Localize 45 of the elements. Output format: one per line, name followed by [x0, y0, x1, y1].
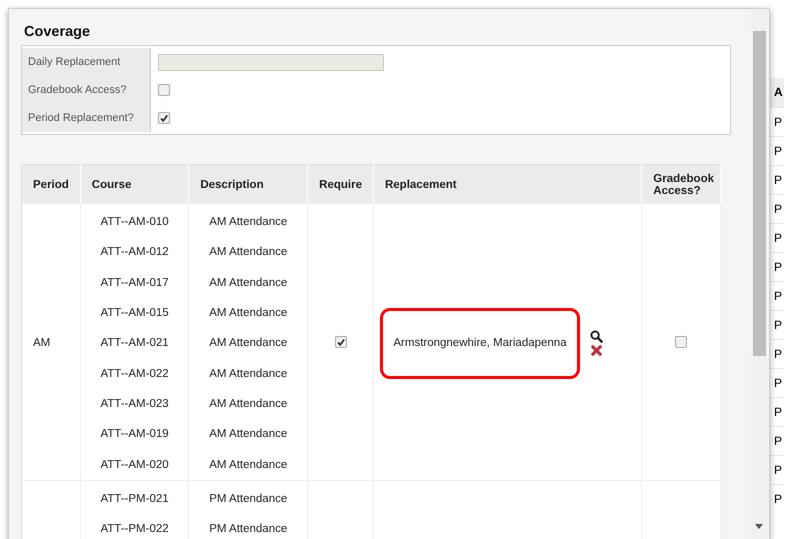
course-code: ATT--AM-017 [100, 276, 169, 289]
scrollbar[interactable] [751, 9, 767, 539]
column-header: Require [308, 164, 374, 204]
course-code: ATT--AM-022 [100, 368, 169, 380]
course-code: ATT--PM-021 [100, 492, 169, 505]
search-icon[interactable] [590, 330, 603, 343]
replacement-name: Armstrongnewhire, Mariadapenna [393, 337, 567, 350]
course-description: AM Attendance [209, 246, 288, 258]
course-description: PM Attendance [209, 492, 288, 505]
column-header: Course [80, 164, 189, 204]
checkbox[interactable] [158, 84, 170, 96]
remove-icon[interactable] [590, 344, 603, 357]
checkbox[interactable] [675, 336, 688, 348]
course-description: AM Attendance [209, 276, 288, 289]
course-description: AM Attendance [209, 428, 288, 440]
field-label: Period Replacement? [22, 104, 151, 132]
field-label: Daily Replacement [22, 48, 151, 76]
input-field[interactable] [158, 54, 384, 70]
column-header: Replacement [373, 164, 642, 204]
dialog-title: Coverage [24, 24, 92, 40]
course-description: AM Attendance [209, 337, 288, 350]
column-header: Description [188, 164, 308, 204]
checkbox[interactable] [334, 336, 347, 348]
course-code: ATT--AM-023 [100, 398, 169, 410]
course-code: ATT--AM-015 [100, 307, 169, 320]
scroll-down-icon[interactable] [755, 524, 763, 529]
course-description: AM Attendance [209, 307, 288, 320]
course-code: ATT--AM-010 [100, 216, 169, 228]
course-code: ATT--AM-020 [100, 458, 169, 471]
course-code: ATT--AM-019 [100, 428, 169, 440]
scroll-thumb[interactable] [753, 31, 766, 356]
column-header: Gradebook Access? [642, 164, 720, 204]
course-code: ATT--AM-012 [100, 246, 169, 258]
course-description: AM Attendance [209, 458, 288, 471]
column-header: Period [22, 164, 80, 204]
course-description: PM Attendance [209, 523, 288, 536]
course-description: AM Attendance [209, 216, 288, 228]
column-header: A [769, 78, 784, 107]
checkbox[interactable] [158, 112, 170, 124]
course-description: AM Attendance [209, 368, 288, 380]
period-text: AM [33, 337, 50, 350]
course-code: ATT--AM-021 [100, 337, 169, 350]
field-label: Gradebook Access? [22, 76, 151, 104]
course-code: ATT--PM-022 [100, 523, 169, 536]
course-description: AM Attendance [209, 398, 288, 410]
